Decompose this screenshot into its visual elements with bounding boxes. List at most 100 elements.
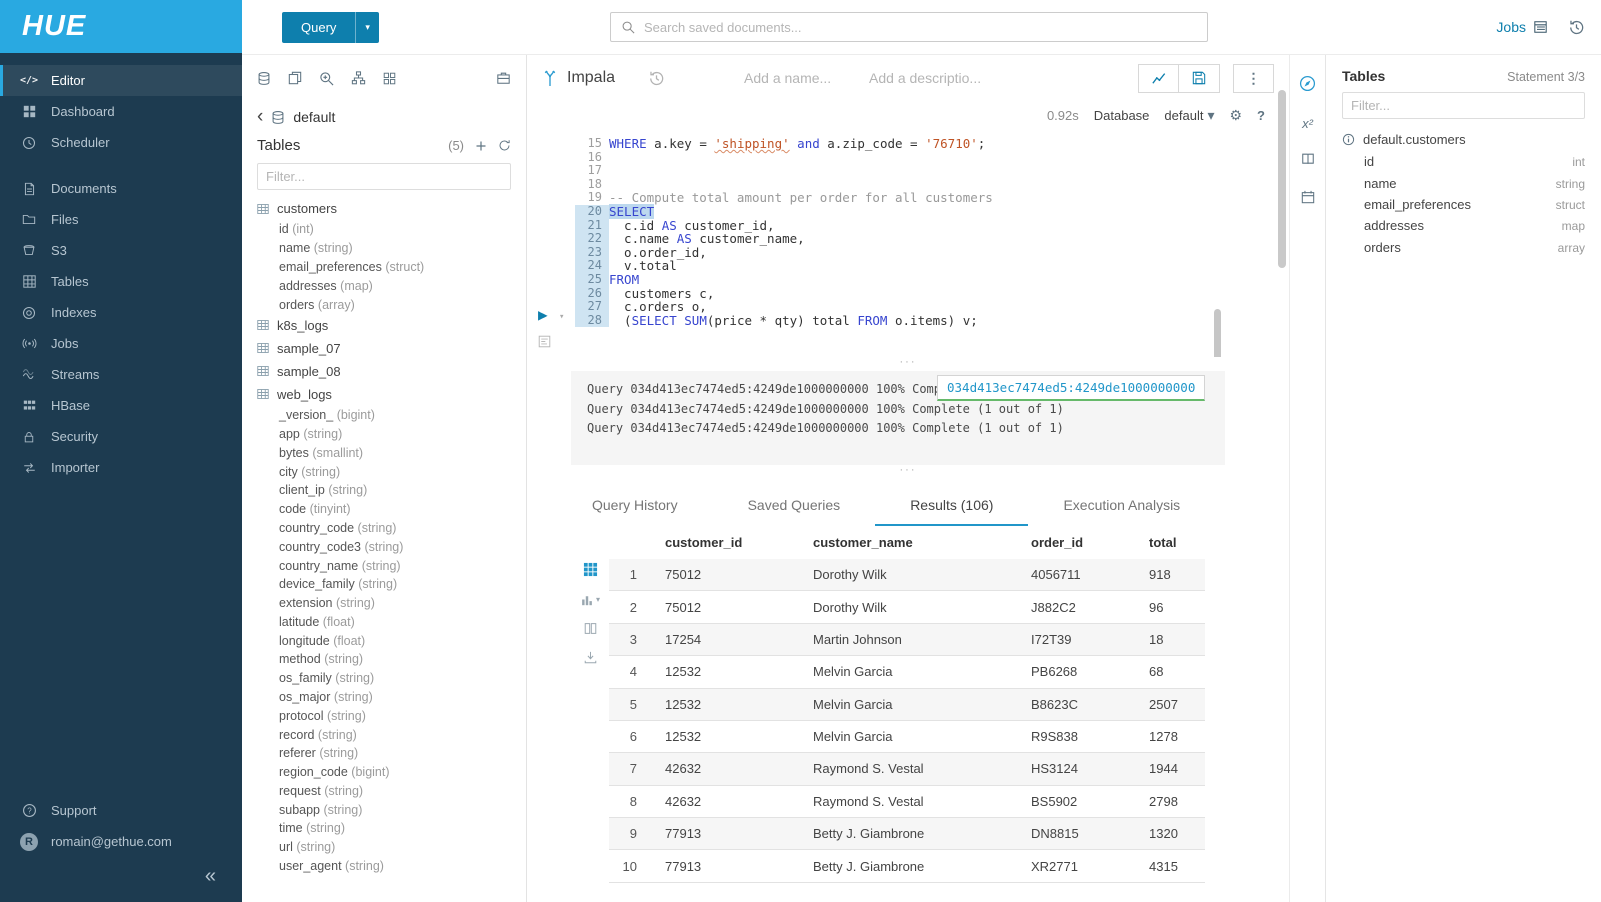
results-row[interactable]: 275012Dorothy WilkJ882C296 xyxy=(609,591,1205,623)
results-column-header[interactable]: customer_name xyxy=(803,526,1021,559)
results-cell[interactable]: 4315 xyxy=(1139,850,1205,882)
results-cell[interactable]: HS3124 xyxy=(1021,753,1139,785)
sidebar-item-editor[interactable]: </> Editor xyxy=(0,65,242,96)
column-item-request[interactable]: request (string) xyxy=(242,782,526,801)
tab-saved-queries[interactable]: Saved Queries xyxy=(713,486,876,526)
code-line[interactable] xyxy=(609,151,1259,165)
ra-column-orders[interactable]: orders array xyxy=(1364,237,1585,258)
resize-handle-bottom[interactable]: ··· xyxy=(527,465,1289,477)
results-cell[interactable]: 77913 xyxy=(655,850,803,882)
new-query-label[interactable]: Query xyxy=(282,12,355,43)
database-select[interactable]: default ▾ xyxy=(1164,108,1214,123)
results-cell[interactable]: 918 xyxy=(1139,559,1205,591)
column-item-country-code[interactable]: country_code (string) xyxy=(242,519,526,538)
results-cell[interactable]: 5 xyxy=(609,688,655,720)
results-row[interactable]: 977913Betty J. GiambroneDN88151320 xyxy=(609,818,1205,850)
column-item-os-major[interactable]: os_major (string) xyxy=(242,688,526,707)
sidebar-item-user[interactable]: R romain@gethue.com xyxy=(0,826,242,857)
sidebar-item-jobs[interactable]: Jobs xyxy=(0,328,242,359)
results-column-header[interactable]: customer_id xyxy=(655,526,803,559)
resize-handle-top[interactable]: ··· xyxy=(527,357,1289,369)
results-cell[interactable]: Betty J. Giambrone xyxy=(803,818,1021,850)
jobs-link[interactable]: Jobs xyxy=(1496,19,1548,35)
results-cell[interactable]: 10 xyxy=(609,850,655,882)
code-line[interactable] xyxy=(609,164,1259,178)
column-item-app[interactable]: app (string) xyxy=(242,425,526,444)
sidebar-item-hbase[interactable]: HBase xyxy=(0,390,242,421)
results-cell[interactable]: DN8815 xyxy=(1021,818,1139,850)
documents-source-icon[interactable] xyxy=(288,71,302,85)
sidebar-item-s3[interactable]: S3 xyxy=(0,235,242,266)
results-row[interactable]: 612532Melvin GarciaR9S8381278 xyxy=(609,720,1205,752)
table-item-sample-07[interactable]: sample_07 xyxy=(242,337,526,360)
sidebar-item-dashboard[interactable]: Dashboard xyxy=(0,96,242,127)
functions-icon[interactable]: x² xyxy=(1302,116,1313,131)
code-line[interactable]: -- Compute total amount per order for al… xyxy=(609,191,1259,205)
sidebar-item-documents[interactable]: Documents xyxy=(0,173,242,204)
column-item-addresses[interactable]: addresses (map) xyxy=(242,276,526,295)
ra-column-email-preferences[interactable]: email_preferences struct xyxy=(1364,194,1585,215)
columns-view-icon[interactable] xyxy=(584,622,597,635)
editor-history-icon[interactable] xyxy=(648,70,665,87)
column-item-subapp[interactable]: subapp (string) xyxy=(242,800,526,819)
results-cell[interactable]: 2507 xyxy=(1139,688,1205,720)
sidebar-item-streams[interactable]: Streams xyxy=(0,359,242,390)
code-line[interactable] xyxy=(609,178,1259,192)
results-row[interactable]: 412532Melvin GarciaPB626868 xyxy=(609,656,1205,688)
results-cell[interactable]: 12532 xyxy=(655,720,803,752)
chart-button[interactable] xyxy=(1138,64,1179,93)
pane-scrollbar[interactable] xyxy=(1278,90,1286,268)
results-cell[interactable]: 42632 xyxy=(655,753,803,785)
info-icon[interactable] xyxy=(1342,133,1355,146)
execute-button[interactable]: ▶ xyxy=(538,305,548,324)
apps-grid-icon[interactable] xyxy=(383,72,396,85)
results-cell[interactable]: 2798 xyxy=(1139,785,1205,817)
download-icon[interactable] xyxy=(584,651,597,664)
results-cell[interactable]: Dorothy Wilk xyxy=(803,591,1021,623)
language-docs-icon[interactable] xyxy=(1301,152,1315,169)
code-line[interactable]: customers c, xyxy=(609,287,1259,301)
results-cell[interactable]: 1944 xyxy=(1139,753,1205,785)
code-line[interactable]: c.orders o, xyxy=(609,300,1259,314)
column-item-longitude[interactable]: longitude (float) xyxy=(242,631,526,650)
results-cell[interactable]: 1 xyxy=(609,559,655,591)
schedule-icon[interactable] xyxy=(1301,190,1315,207)
results-row[interactable]: 512532Melvin GarciaB8623C2507 xyxy=(609,688,1205,720)
results-cell[interactable]: 4056711 xyxy=(1021,559,1139,591)
editor-code[interactable]: WHERE a.key = 'shipping' and a.zip_code … xyxy=(609,137,1259,357)
code-line[interactable]: (SELECT SUM(price * qty) total FROM o.it… xyxy=(609,314,1259,328)
execute-caret-icon[interactable]: ▾ xyxy=(559,312,564,322)
settings-gear-icon[interactable]: ⚙ xyxy=(1229,108,1242,122)
table-item-k8s-logs[interactable]: k8s_logs xyxy=(242,314,526,337)
column-item-referer[interactable]: referer (string) xyxy=(242,744,526,763)
column-item-code[interactable]: code (tinyint) xyxy=(242,500,526,519)
table-item-customers[interactable]: customers xyxy=(242,197,526,220)
column-item-country-name[interactable]: country_name (string) xyxy=(242,556,526,575)
column-item-extension[interactable]: extension (string) xyxy=(242,594,526,613)
database-source-icon[interactable] xyxy=(257,71,271,86)
results-cell[interactable]: 18 xyxy=(1139,623,1205,655)
tab-execution-analysis[interactable]: Execution Analysis xyxy=(1028,486,1215,526)
briefcase-icon[interactable] xyxy=(496,71,511,85)
results-cell[interactable]: XR2771 xyxy=(1021,850,1139,882)
results-cell[interactable]: Dorothy Wilk xyxy=(803,559,1021,591)
column-item--version-[interactable]: _version_ (bigint) xyxy=(242,406,526,425)
more-actions-button[interactable]: ⋮ xyxy=(1233,64,1274,93)
results-cell[interactable]: 75012 xyxy=(655,591,803,623)
results-cell[interactable]: Melvin Garcia xyxy=(803,720,1021,752)
sidebar-item-files[interactable]: Files xyxy=(0,204,242,235)
column-item-orders[interactable]: orders (array) xyxy=(242,295,526,314)
results-cell[interactable]: 68 xyxy=(1139,656,1205,688)
results-cell[interactable]: 9 xyxy=(609,818,655,850)
code-line[interactable]: o.order_id, xyxy=(609,246,1259,260)
results-cell[interactable]: R9S838 xyxy=(1021,720,1139,752)
new-query-caret[interactable]: ▾ xyxy=(355,12,379,43)
code-line[interactable]: v.total xyxy=(609,259,1259,273)
sidebar-item-scheduler[interactable]: Scheduler xyxy=(0,127,242,158)
sitemap-icon[interactable] xyxy=(351,71,366,85)
results-cell[interactable]: 6 xyxy=(609,720,655,752)
column-item-user-agent[interactable]: user_agent (string) xyxy=(242,857,526,876)
column-item-record[interactable]: record (string) xyxy=(242,725,526,744)
column-item-email-preferences[interactable]: email_preferences (struct) xyxy=(242,258,526,277)
code-line[interactable]: c.id AS customer_id, xyxy=(609,219,1259,233)
